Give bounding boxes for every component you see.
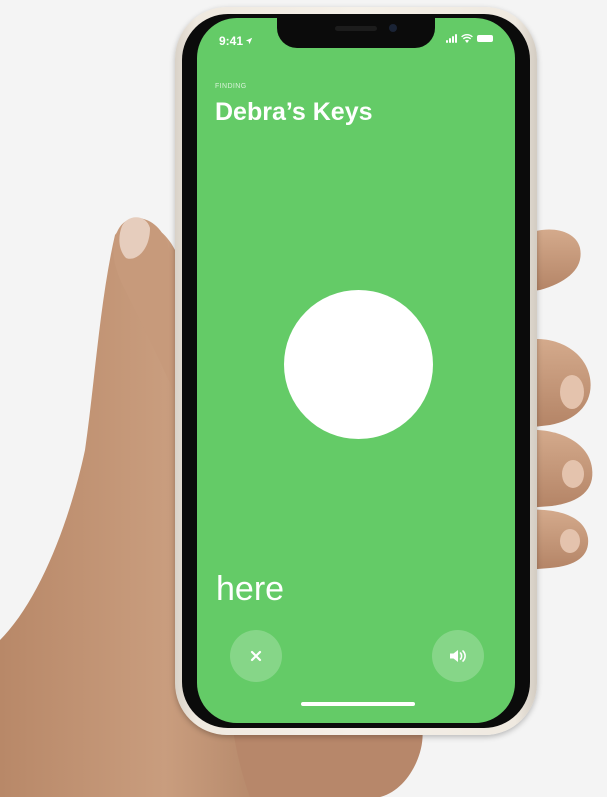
fingernail-4 [560, 529, 580, 553]
front-camera-icon [389, 24, 397, 32]
fingernail-2 [560, 375, 584, 409]
finding-label: FINDING [215, 83, 247, 90]
close-icon [250, 650, 262, 662]
status-bar-indicators [446, 34, 493, 43]
speaker-icon [450, 650, 466, 662]
play-sound-button[interactable] [432, 630, 484, 682]
direction-status-text: here [216, 570, 285, 608]
status-bar-time: 9:41 [219, 34, 253, 48]
status-time-text: 9:41 [219, 34, 244, 48]
battery-icon [477, 35, 493, 42]
close-button[interactable] [230, 630, 282, 682]
cellular-signal-icon [446, 34, 457, 43]
phone-notch [277, 18, 435, 48]
earpiece-speaker [335, 26, 377, 31]
wifi-icon [461, 34, 473, 43]
home-indicator[interactable] [301, 702, 415, 706]
find-my-screen: 9:41 FINDING Debra’s Keys here [197, 18, 515, 723]
photo-scene: 9:41 FINDING Debra’s Keys here [0, 0, 607, 797]
item-name-title: Debra’s Keys [215, 98, 373, 126]
location-arrow-icon [245, 37, 253, 45]
proximity-target-circle [284, 290, 433, 439]
fingernail-3 [562, 460, 584, 488]
